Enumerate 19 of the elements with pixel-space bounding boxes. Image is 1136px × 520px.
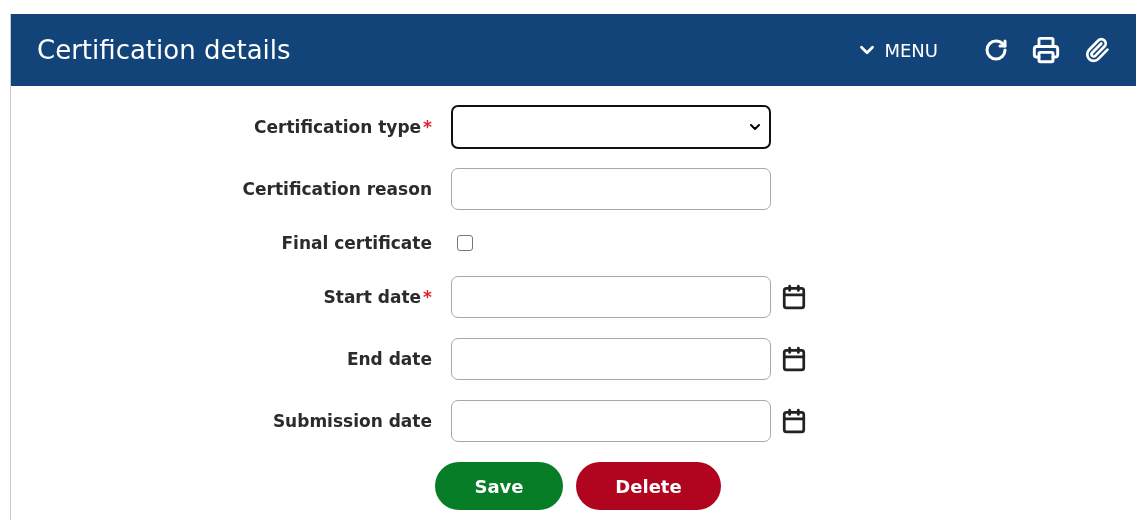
field-label: Certification reason [242, 179, 432, 199]
date-field[interactable] [451, 276, 771, 318]
input-field[interactable] [451, 168, 771, 210]
delete-button[interactable]: Delete [576, 462, 721, 510]
attachment-button[interactable] [1084, 37, 1110, 63]
print-button[interactable] [1032, 36, 1060, 64]
page-title: Certification details [37, 35, 292, 65]
menu-button[interactable]: MENU [856, 39, 938, 61]
checkbox[interactable] [457, 235, 473, 251]
field-label: Submission date [272, 411, 432, 431]
refresh-button[interactable] [984, 38, 1008, 62]
date-field[interactable] [451, 338, 771, 380]
save-button[interactable]: Save [435, 462, 563, 510]
certification-type-select[interactable] [451, 105, 771, 149]
date-field[interactable] [451, 400, 771, 442]
field-label: Final certificate [281, 233, 432, 253]
field-label: End date [346, 349, 432, 369]
field-label: Certification type* [254, 117, 432, 137]
field-label: Start date* [323, 287, 432, 307]
